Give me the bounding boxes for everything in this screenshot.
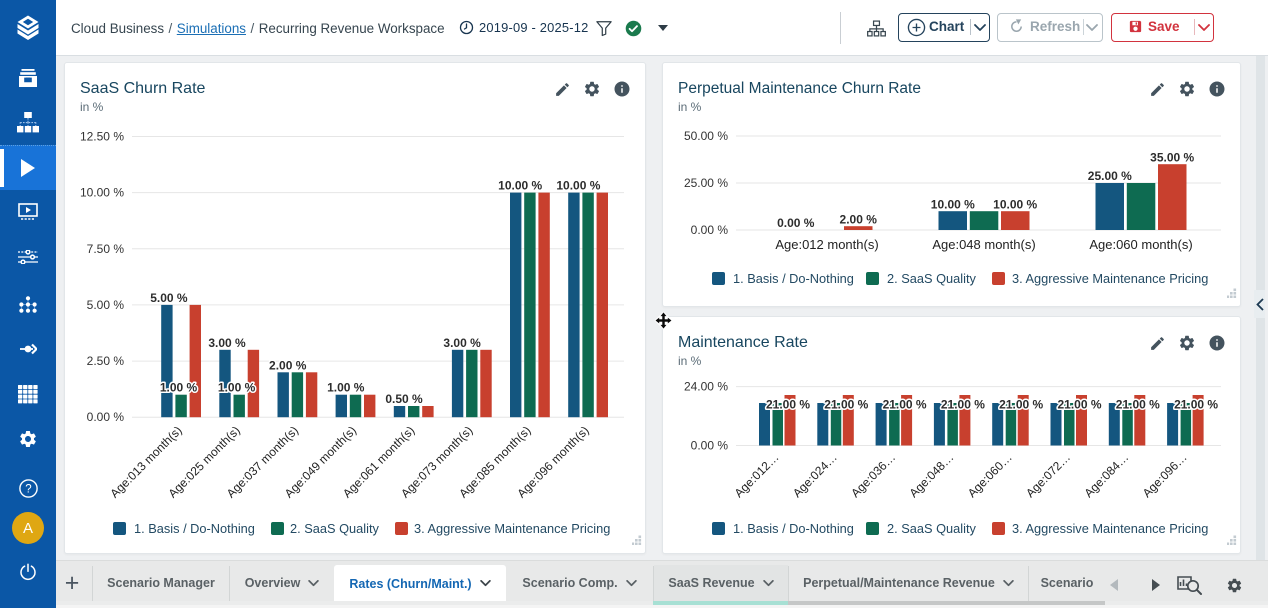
svg-text:Age:060 month(s): Age:060 month(s): [1089, 237, 1192, 252]
svg-text:1.00 %: 1.00 %: [327, 381, 365, 395]
svg-text:5.00 %: 5.00 %: [150, 291, 188, 305]
svg-text:25.00 %: 25.00 %: [684, 176, 728, 190]
svg-text:2. SaaS Quality: 2. SaaS Quality: [887, 271, 977, 286]
svg-text:Age:012…: Age:012…: [732, 450, 782, 500]
svg-text:?: ?: [25, 483, 31, 495]
svg-text:3.00 %: 3.00 %: [443, 336, 481, 350]
svg-text:2.00 %: 2.00 %: [840, 212, 878, 226]
svg-text:1. Basis / Do-Nothing: 1. Basis / Do-Nothing: [134, 521, 255, 536]
svg-text:3. Aggressive Maintenance Pric: 3. Aggressive Maintenance Pricing: [1012, 521, 1208, 536]
svg-text:10.00 %: 10.00 %: [556, 179, 600, 193]
svg-text:0.00 %: 0.00 %: [87, 410, 125, 424]
svg-text:7.50 %: 7.50 %: [87, 242, 125, 256]
svg-text:Age:084…: Age:084…: [1081, 450, 1131, 500]
svg-text:1.00 %: 1.00 %: [218, 381, 256, 395]
svg-text:21.00 %: 21.00 %: [824, 398, 868, 412]
svg-text:21.00 %: 21.00 %: [941, 398, 985, 412]
svg-text:35.00 %: 35.00 %: [1150, 150, 1194, 164]
svg-text:50.00 %: 50.00 %: [684, 129, 728, 143]
svg-text:2.00 %: 2.00 %: [269, 358, 307, 372]
svg-text:10.00 %: 10.00 %: [931, 197, 975, 211]
svg-text:Age:024…: Age:024…: [790, 450, 840, 500]
svg-text:3. Aggressive Maintenance Pric: 3. Aggressive Maintenance Pricing: [414, 521, 610, 536]
svg-text:12.50 %: 12.50 %: [80, 130, 124, 144]
svg-text:21.00 %: 21.00 %: [1174, 398, 1218, 412]
svg-text:1. Basis / Do-Nothing: 1. Basis / Do-Nothing: [733, 521, 854, 536]
svg-text:2. SaaS Quality: 2. SaaS Quality: [887, 521, 977, 536]
svg-text:2. SaaS Quality: 2. SaaS Quality: [290, 521, 380, 536]
svg-text:Age:048…: Age:048…: [907, 450, 957, 500]
svg-text:Age:048 month(s): Age:048 month(s): [932, 237, 1035, 252]
svg-text:10.00 %: 10.00 %: [993, 197, 1037, 211]
svg-text:3. Aggressive Maintenance Pric: 3. Aggressive Maintenance Pricing: [1012, 271, 1208, 286]
svg-text:21.00 %: 21.00 %: [1057, 398, 1101, 412]
svg-text:21.00 %: 21.00 %: [999, 398, 1043, 412]
svg-text:25.00 %: 25.00 %: [1088, 169, 1132, 183]
svg-text:2.50 %: 2.50 %: [87, 354, 125, 368]
svg-text:0.00 %: 0.00 %: [691, 439, 729, 453]
svg-text:10.00 %: 10.00 %: [498, 179, 542, 193]
svg-text:5.00 %: 5.00 %: [87, 298, 125, 312]
svg-text:21.00 %: 21.00 %: [1116, 398, 1160, 412]
svg-text:1. Basis / Do-Nothing: 1. Basis / Do-Nothing: [733, 271, 854, 286]
svg-text:24.00 %: 24.00 %: [684, 380, 728, 394]
svg-text:10.00 %: 10.00 %: [80, 186, 124, 200]
svg-text:0.00 %: 0.00 %: [777, 216, 815, 230]
svg-text:0.50 %: 0.50 %: [385, 392, 423, 406]
svg-text:Age:036…: Age:036…: [848, 450, 898, 500]
svg-text:1.00 %: 1.00 %: [160, 381, 198, 395]
svg-text:Age:060…: Age:060…: [965, 450, 1015, 500]
svg-text:21.00 %: 21.00 %: [883, 398, 927, 412]
svg-text:3.00 %: 3.00 %: [208, 336, 246, 350]
svg-text:Age:096…: Age:096…: [1140, 450, 1190, 500]
svg-text:Age:072…: Age:072…: [1023, 450, 1073, 500]
svg-text:0.00 %: 0.00 %: [691, 223, 729, 237]
svg-text:Age:012 month(s): Age:012 month(s): [775, 237, 878, 252]
svg-text:21.00 %: 21.00 %: [766, 398, 810, 412]
